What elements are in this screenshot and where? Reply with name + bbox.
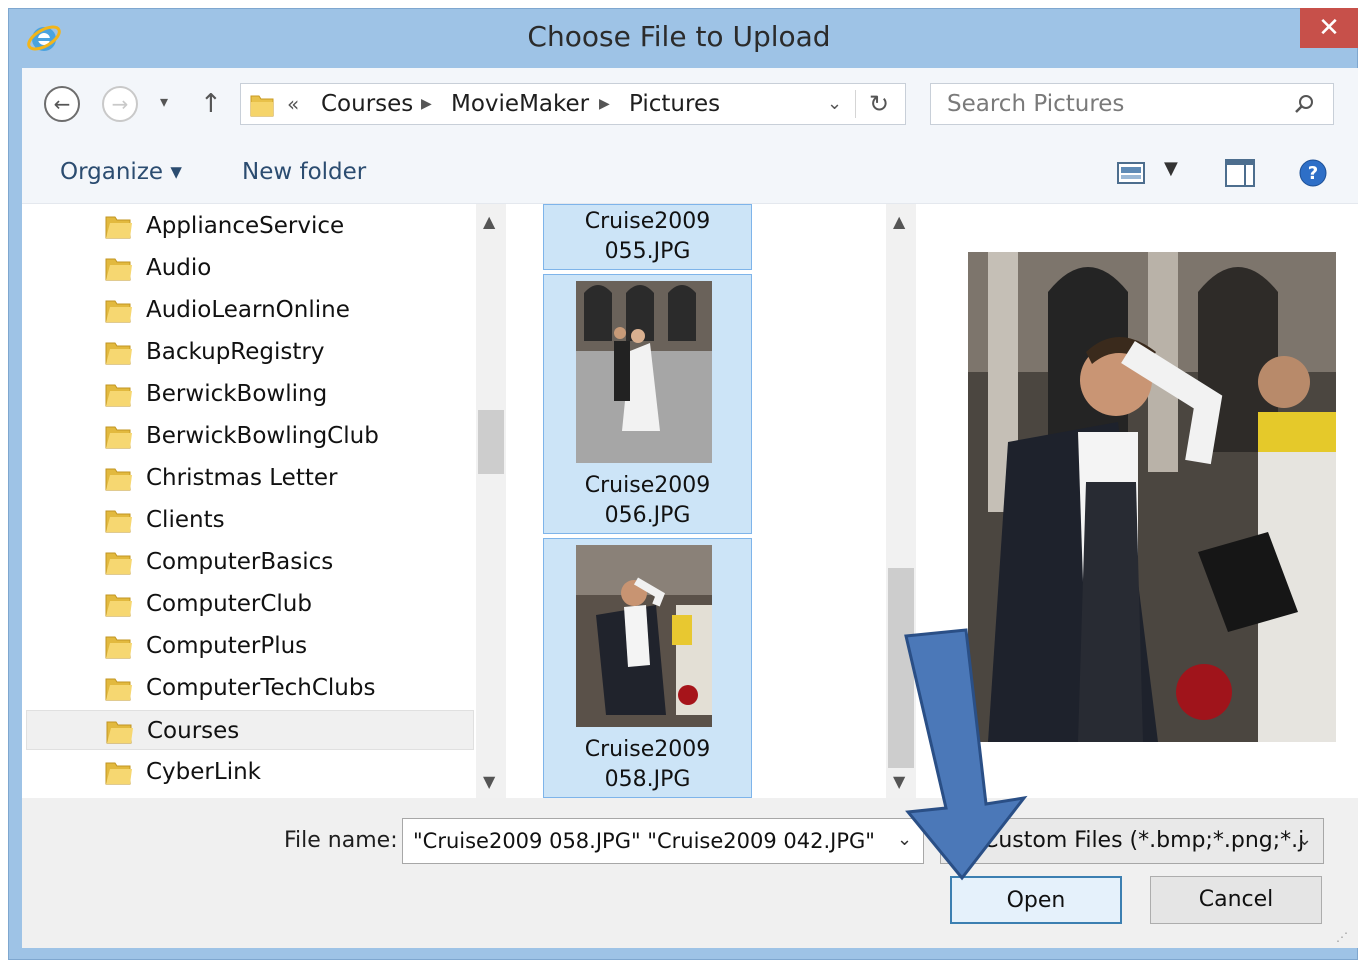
resize-grip-icon[interactable]: ⋰ [1336, 930, 1352, 946]
cancel-button[interactable]: Cancel [1150, 876, 1322, 924]
folder-label: ComputerTechClubs [146, 675, 376, 701]
file-item-cruise2009-055[interactable]: Cruise2009 055.JPG [543, 204, 752, 270]
internet-explorer-icon [26, 20, 62, 56]
folder-label: Clients [146, 507, 225, 533]
file-name-input[interactable]: "Cruise2009 058.JPG" "Cruise2009 042.JPG… [402, 818, 924, 864]
file-name-line1: Cruise2009 [584, 737, 711, 762]
folder-icon [105, 678, 132, 701]
file-name-line2: 058.JPG [604, 767, 691, 792]
refresh-button[interactable]: ↻ [869, 84, 889, 124]
divider [855, 90, 856, 118]
folder-icon [105, 216, 132, 239]
folder-label: AudioLearnOnline [146, 297, 350, 323]
folder-label: BerwickBowling [146, 381, 328, 407]
folder-label: CyberLink [146, 759, 261, 785]
folder-item[interactable]: BerwickBowling [26, 374, 474, 414]
folder-item[interactable]: BackupRegistry [26, 332, 474, 372]
navigation-scrollbar[interactable]: ▲ ▼ [476, 204, 506, 798]
folder-item[interactable]: Clients [26, 500, 474, 540]
thumbnail-wedding-photo [576, 281, 712, 463]
folder-icon [105, 468, 132, 491]
folder-label: ComputerClub [146, 591, 312, 617]
scrollbar-thumb[interactable] [478, 410, 504, 474]
file-name-label: File name: [284, 828, 398, 853]
breadcrumb-courses[interactable]: Courses [321, 84, 413, 124]
arrow-right-icon: → [111, 92, 129, 116]
folder-item[interactable]: ComputerClub [26, 584, 474, 624]
recent-locations-button[interactable]: ▾ [160, 92, 180, 116]
forward-button[interactable]: → [102, 86, 138, 122]
scroll-up-icon[interactable]: ▲ [483, 212, 495, 231]
up-button[interactable]: ↑ [200, 88, 226, 120]
breadcrumb-separator-icon[interactable]: ▶ [421, 84, 432, 124]
scroll-up-icon[interactable]: ▲ [893, 212, 905, 231]
folder-label: ComputerBasics [146, 549, 334, 575]
folder-icon [105, 426, 132, 449]
address-bar[interactable]: « Courses ▶ MovieMaker ▶ Pictures ⌄ ↻ [240, 83, 906, 125]
folder-icon [105, 762, 132, 785]
folder-item[interactable]: ComputerPlus [26, 626, 474, 666]
change-view-icon[interactable] [1116, 160, 1146, 186]
folder-label: Courses [147, 718, 240, 744]
organize-button[interactable]: Organize ▾ [60, 140, 182, 204]
breadcrumb-pictures[interactable]: Pictures [629, 84, 720, 124]
search-box[interactable]: Search Pictures [930, 83, 1334, 125]
search-input[interactable]: Search Pictures [947, 84, 1124, 124]
chevron-down-icon: ▾ [160, 92, 169, 111]
file-item-cruise2009-058[interactable]: Cruise2009 058.JPG [543, 538, 752, 798]
folder-item[interactable]: Courses [26, 710, 474, 750]
preview-pane-icon[interactable] [1224, 158, 1256, 188]
folder-label: Audio [146, 255, 212, 281]
breadcrumb-moviemaker[interactable]: MovieMaker [451, 84, 589, 124]
folder-label: BerwickBowlingClub [146, 423, 379, 449]
scroll-down-icon[interactable]: ▼ [483, 772, 495, 791]
folder-item[interactable]: ComputerTechClubs [26, 668, 474, 708]
folder-icon [105, 636, 132, 659]
window-title: Choose File to Upload [527, 20, 831, 53]
folder-icon [105, 300, 132, 323]
search-icon[interactable] [1293, 93, 1315, 115]
close-button[interactable]: ✕ [1300, 8, 1358, 48]
folder-icon [250, 95, 274, 117]
address-history-button[interactable]: ⌄ [827, 84, 842, 124]
folder-icon [105, 594, 132, 617]
folder-label: BackupRegistry [146, 339, 325, 365]
file-name-line1: Cruise2009 [584, 209, 711, 234]
folder-icon [105, 510, 132, 533]
folder-label: ComputerPlus [146, 633, 308, 659]
folder-item[interactable]: ApplianceService [26, 206, 474, 246]
folder-icon [105, 384, 132, 407]
view-options-chevron-icon[interactable]: ▼ [1164, 158, 1178, 179]
folder-icon [105, 258, 132, 281]
file-name-line1: Cruise2009 [584, 473, 711, 498]
blue-arrow-annotation [904, 628, 1028, 881]
file-name-line2: 055.JPG [604, 239, 691, 264]
svg-text:?: ? [1308, 163, 1318, 184]
folder-icon [106, 721, 133, 744]
folder-item[interactable]: Christmas Letter [26, 458, 474, 498]
file-name-value[interactable]: "Cruise2009 058.JPG" "Cruise2009 042.JPG… [413, 819, 883, 863]
toolbar: Organize ▾ New folder ▼ ? [22, 140, 1358, 204]
file-name-line2: 056.JPG [604, 503, 691, 528]
folder-label: ApplianceService [146, 213, 345, 239]
folder-item[interactable]: BerwickBowlingClub [26, 416, 474, 456]
folder-icon [105, 342, 132, 365]
arrow-left-icon: ← [53, 92, 71, 116]
thumbnail-man-photo [576, 545, 712, 727]
breadcrumb-overflow[interactable]: « [287, 84, 299, 124]
breadcrumb-separator-icon[interactable]: ▶ [599, 84, 610, 124]
file-item-cruise2009-056[interactable]: Cruise2009 056.JPG [543, 274, 752, 534]
chevron-down-icon[interactable]: ⌄ [1297, 829, 1312, 850]
folder-item[interactable]: Audio [26, 248, 474, 288]
folder-item[interactable]: AudioLearnOnline [26, 290, 474, 330]
new-folder-button[interactable]: New folder [242, 140, 366, 204]
help-icon[interactable]: ? [1298, 158, 1328, 188]
arrow-up-icon: ↑ [200, 89, 222, 119]
back-button[interactable]: ← [44, 86, 80, 122]
folder-label: Christmas Letter [146, 465, 338, 491]
folder-icon [105, 552, 132, 575]
folder-item[interactable]: CyberLink [26, 752, 474, 792]
folder-item[interactable]: ComputerBasics [26, 542, 474, 582]
